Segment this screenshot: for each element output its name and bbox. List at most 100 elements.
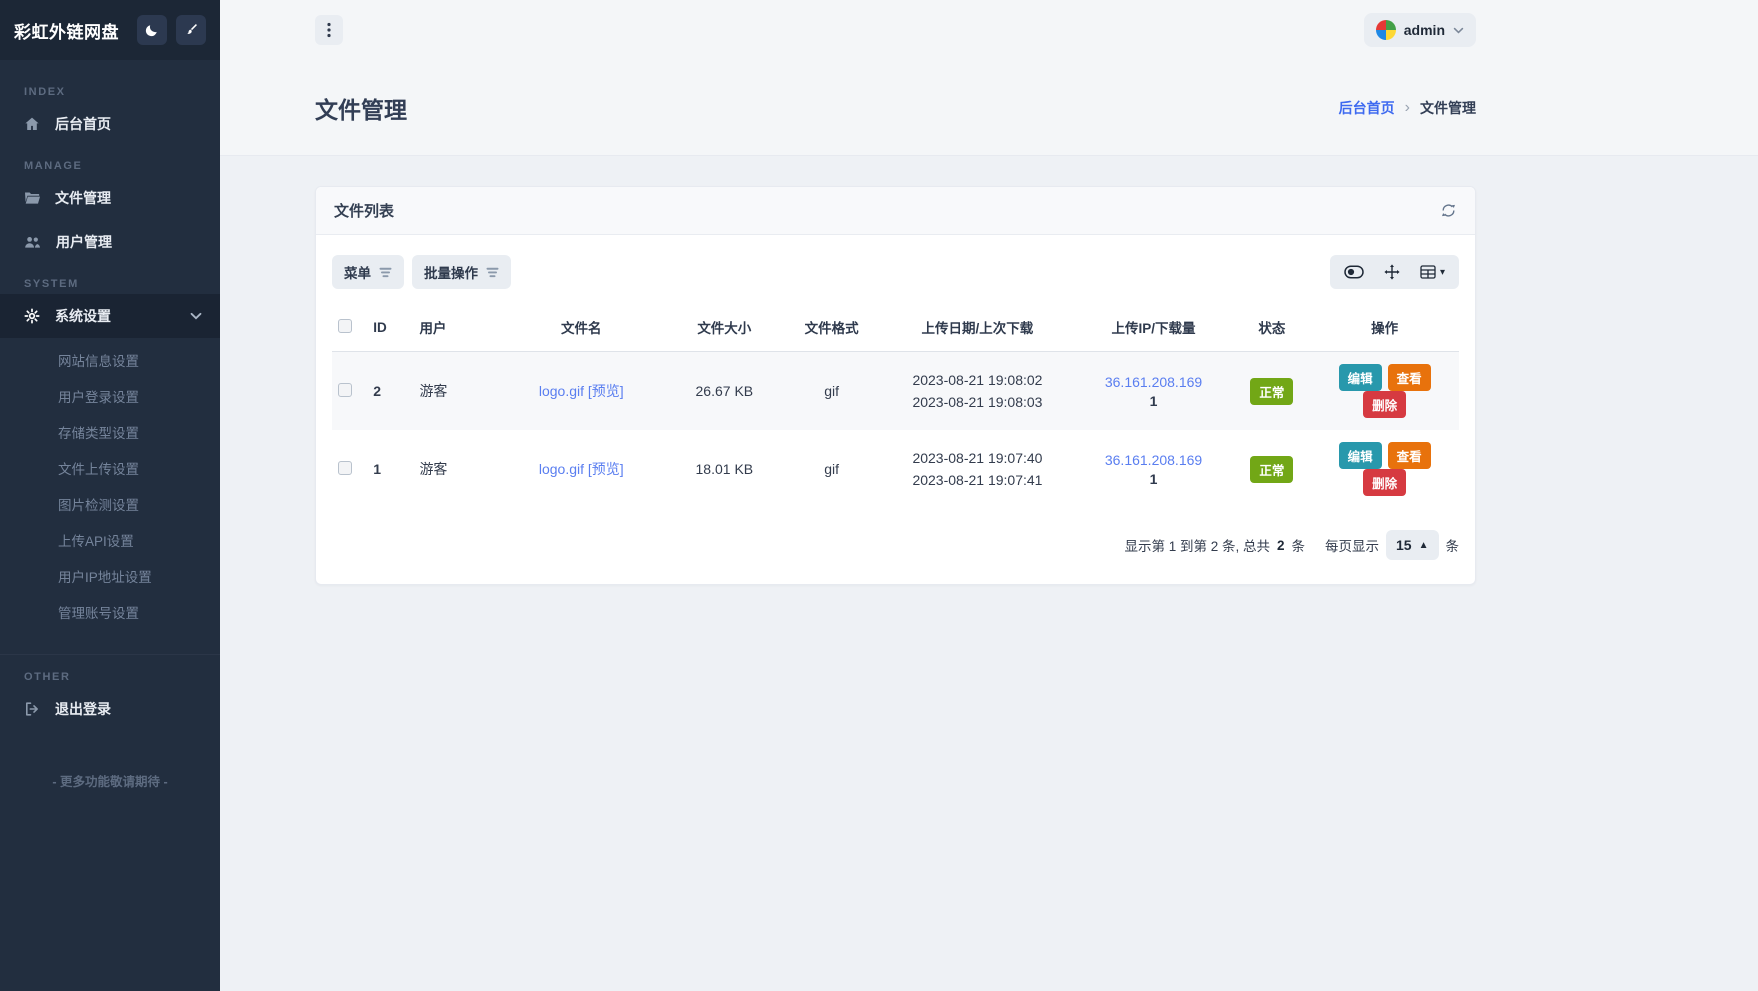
main-area: admin 文件管理 后台首页 › 文件管理 文件列表: [220, 0, 1758, 991]
section-label-manage: MANAGE: [0, 160, 220, 176]
sidebar-nav: INDEX 后台首页 MANAGE 文件管理: [0, 60, 220, 991]
caret-down-icon: ▾: [1440, 267, 1445, 278]
pagination-total: 2: [1277, 538, 1285, 553]
menu-button[interactable]: 菜单: [332, 255, 404, 289]
download-count: 1: [1080, 393, 1228, 409]
ip-link[interactable]: 36.161.208.169: [1080, 452, 1228, 468]
home-icon: [24, 116, 40, 132]
table-header-row: ID 用户 文件名 文件大小 文件格式 上传日期/上次下载 上传IP/下载量 状…: [332, 305, 1459, 352]
submenu-upload-api[interactable]: 上传API设置: [0, 522, 220, 558]
per-page-select[interactable]: 15 ▲: [1386, 530, 1438, 560]
refresh-button[interactable]: [1440, 202, 1457, 219]
sidebar-item-system-settings[interactable]: 系统设置: [0, 294, 220, 338]
section-label-system: SYSTEM: [0, 278, 220, 294]
chevron-down-icon: [190, 312, 202, 320]
edit-button[interactable]: 编辑: [1339, 364, 1382, 391]
table-toolbar: 菜单 批量操作: [332, 255, 1459, 289]
file-link[interactable]: logo.gif: [539, 461, 584, 477]
row-checkbox[interactable]: [338, 383, 352, 397]
refresh-icon: [1440, 202, 1457, 219]
more-options-button[interactable]: [315, 15, 343, 45]
edit-button[interactable]: 编辑: [1339, 442, 1382, 469]
download-count: 1: [1080, 471, 1228, 487]
toggle-icon: [1344, 265, 1364, 279]
cell-ip: 36.161.208.169 1: [1074, 352, 1234, 431]
preview-link[interactable]: [预览]: [588, 461, 624, 477]
submenu-storage-type[interactable]: 存储类型设置: [0, 414, 220, 450]
file-link[interactable]: logo.gif: [539, 383, 584, 399]
theme-button[interactable]: [176, 15, 206, 45]
brush-icon: [184, 23, 198, 37]
row-checkbox[interactable]: [338, 461, 352, 475]
submenu-user-ip[interactable]: 用户IP地址设置: [0, 558, 220, 594]
ip-link[interactable]: 36.161.208.169: [1080, 374, 1228, 390]
toggle-columns-button[interactable]: [1344, 265, 1364, 279]
per-page-label: 每页显示: [1325, 535, 1379, 555]
cell-dates: 2023-08-21 19:07:40 2023-08-21 19:07:41: [881, 430, 1074, 508]
cell-dates: 2023-08-21 19:08:02 2023-08-21 19:08:03: [881, 352, 1074, 431]
filter-lines-icon: [379, 267, 392, 278]
delete-button[interactable]: 删除: [1363, 469, 1406, 496]
submenu-site-info[interactable]: 网站信息设置: [0, 342, 220, 378]
cell-format: gif: [782, 352, 881, 431]
submenu-file-upload[interactable]: 文件上传设置: [0, 450, 220, 486]
col-format: 文件格式: [782, 305, 881, 352]
submenu-image-check[interactable]: 图片检测设置: [0, 486, 220, 522]
cell-ip: 36.161.208.169 1: [1074, 430, 1234, 508]
dark-mode-button[interactable]: [137, 15, 167, 45]
table-view-controls: ▾: [1330, 255, 1459, 289]
cell-actions: 编辑查看删除: [1310, 430, 1459, 508]
cell-size: 18.01 KB: [667, 430, 783, 508]
cell-format: gif: [782, 430, 881, 508]
breadcrumb-home-link[interactable]: 后台首页: [1339, 98, 1395, 118]
file-list-card: 文件列表: [315, 186, 1476, 585]
cell-user: 游客: [413, 352, 496, 431]
vertical-dots-icon: [327, 22, 331, 38]
cell-size: 26.67 KB: [667, 352, 783, 431]
view-button[interactable]: 查看: [1388, 364, 1431, 391]
col-ip: 上传IP/下载量: [1074, 305, 1234, 352]
move-button[interactable]: [1384, 264, 1400, 280]
sidebar-header: 彩虹外链网盘: [0, 0, 220, 60]
page-header: 文件管理 后台首页 › 文件管理: [220, 60, 1758, 156]
users-icon: [24, 235, 41, 249]
sidebar-item-files[interactable]: 文件管理: [0, 176, 220, 220]
sidebar-item-users[interactable]: 用户管理: [0, 220, 220, 264]
col-filename: 文件名: [496, 305, 667, 352]
table-layout-button[interactable]: ▾: [1420, 265, 1445, 279]
move-arrows-icon: [1384, 264, 1400, 280]
files-table: ID 用户 文件名 文件大小 文件格式 上传日期/上次下载 上传IP/下载量 状…: [332, 305, 1459, 508]
delete-button[interactable]: 删除: [1363, 391, 1406, 418]
col-size: 文件大小: [667, 305, 783, 352]
pagination-summary: 显示第 1 到第 2 条, 总共: [1124, 535, 1270, 555]
sidebar-item-logout[interactable]: 退出登录: [0, 687, 220, 731]
caret-up-icon: ▲: [1419, 540, 1429, 551]
col-date: 上传日期/上次下载: [881, 305, 1074, 352]
topbar: admin: [220, 0, 1758, 60]
admin-menu-button[interactable]: admin: [1364, 13, 1476, 47]
view-button[interactable]: 查看: [1388, 442, 1431, 469]
status-badge: 正常: [1250, 456, 1293, 483]
sidebar-footer-note: - 更多功能敬请期待 -: [0, 745, 220, 820]
col-status: 状态: [1233, 305, 1310, 352]
select-all-checkbox[interactable]: [338, 319, 352, 333]
brand-title: 彩虹外链网盘: [14, 18, 128, 43]
table-row: 2 游客 logo.gif [预览] 26.67 KB gif 2023-08-…: [332, 352, 1459, 431]
logout-icon: [24, 701, 40, 717]
filter-lines-icon: [486, 267, 499, 278]
sidebar: 彩虹外链网盘 INDEX 后台首页: [0, 0, 220, 991]
card-body: 菜单 批量操作: [316, 235, 1475, 584]
folder-icon: [24, 191, 40, 205]
table-row: 1 游客 logo.gif [预览] 18.01 KB gif 2023-08-…: [332, 430, 1459, 508]
cell-user: 游客: [413, 430, 496, 508]
avatar: [1376, 20, 1396, 40]
pagination: 显示第 1 到第 2 条, 总共 2 条 每页显示 15 ▲ 条: [332, 530, 1459, 560]
preview-link[interactable]: [预览]: [588, 383, 624, 399]
gear-icon: [24, 308, 40, 324]
system-submenu: 网站信息设置 用户登录设置 存储类型设置 文件上传设置 图片检测设置 上传API…: [0, 338, 220, 640]
cell-actions: 编辑查看删除: [1310, 352, 1459, 431]
submenu-admin-account[interactable]: 管理账号设置: [0, 594, 220, 630]
sidebar-item-home[interactable]: 后台首页: [0, 102, 220, 146]
submenu-user-login[interactable]: 用户登录设置: [0, 378, 220, 414]
batch-actions-button[interactable]: 批量操作: [412, 255, 511, 289]
